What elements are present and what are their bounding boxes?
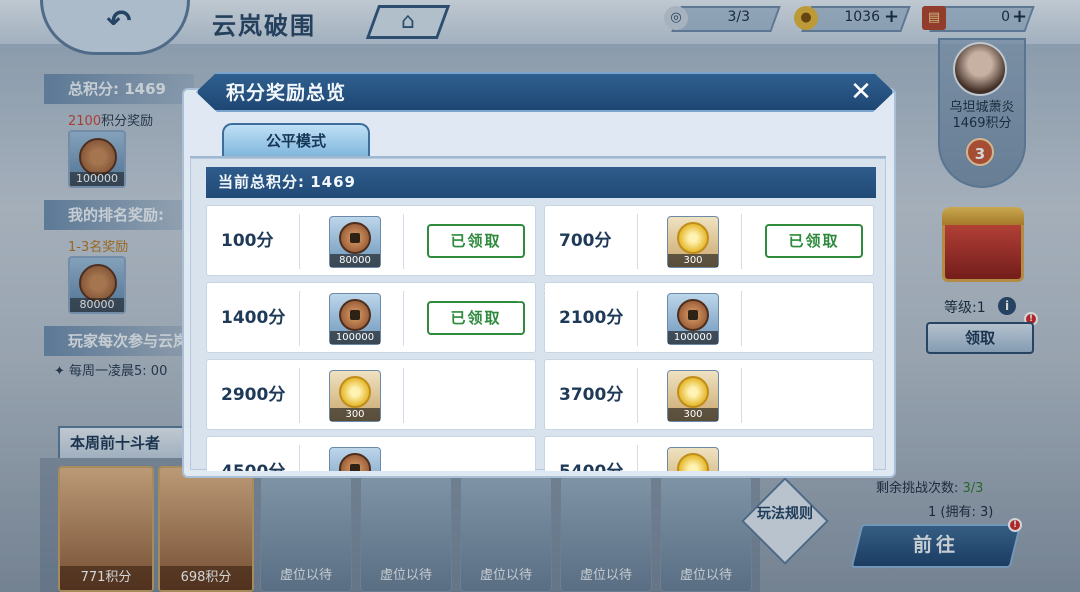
divider [637,214,638,269]
claimed-button[interactable]: 已领取 [427,224,525,258]
reward-item[interactable]: 100000 [667,293,719,345]
divider [741,291,742,346]
reward-card: 700分 300 已领取 [544,205,874,276]
gold-coin-icon [677,222,709,254]
divider [299,445,300,471]
reward-points: 2900分 [221,385,286,405]
reward-card: 3700分 300 [544,359,874,430]
reward-card: 5400分 [544,436,874,471]
reward-qty: 300 [668,408,718,421]
copper-coin-icon [339,453,371,471]
gold-coin-icon [677,376,709,408]
reward-item[interactable]: 300 [329,370,381,422]
reward-qty: 100000 [668,331,718,344]
divider [637,445,638,471]
reward-card: 2900分 300 [206,359,536,430]
reward-qty: 300 [668,254,718,267]
divider [741,368,742,423]
watermark-url: .com [544,296,576,307]
watermark-text: K73 [478,282,529,307]
reward-points: 4500分 [221,437,285,471]
gold-coin-icon [339,376,371,408]
reward-card: 4500分 [206,436,536,471]
reward-points: 1400分 [221,308,286,328]
reward-qty: 300 [330,408,380,421]
divider [637,368,638,423]
current-total-value: 1469 [310,173,356,191]
tab-fair-mode[interactable]: 公平模式 [222,123,370,157]
watermark-logo: K73 游戏之家 .com [478,282,608,312]
divider [403,214,404,269]
divider [637,291,638,346]
reward-points: 100分 [221,231,274,251]
current-total-label: 当前总积分: [218,173,305,191]
close-icon[interactable]: ✕ [846,78,876,106]
reward-item[interactable]: 100000 [329,293,381,345]
modal-title: 积分奖励总览 [226,82,347,104]
divider [299,214,300,269]
divider [299,368,300,423]
copper-coin-icon [339,299,371,331]
reward-item[interactable]: 80000 [329,216,381,268]
reward-qty: 80000 [330,254,380,267]
gold-coin-icon [677,453,709,471]
reward-item[interactable] [329,447,381,471]
reward-item[interactable]: 300 [667,216,719,268]
copper-coin-icon [677,299,709,331]
reward-card: 100分 80000 已领取 [206,205,536,276]
reward-points: 5400分 [559,437,623,471]
reward-points: 700分 [559,231,612,251]
divider [403,291,404,346]
divider [741,214,742,269]
current-total-bar: 当前总积分: 1469 [206,167,876,198]
copper-coin-icon [339,222,371,254]
reward-list[interactable]: 100分 80000 已领取 700分 300 已领取 1400分 100000… [206,205,876,471]
reward-points: 3700分 [559,385,624,405]
divider [403,368,404,423]
reward-item[interactable]: 300 [667,370,719,422]
divider [299,291,300,346]
reward-item[interactable] [667,447,719,471]
reward-qty: 100000 [330,331,380,344]
claimed-button[interactable]: 已领取 [765,224,863,258]
